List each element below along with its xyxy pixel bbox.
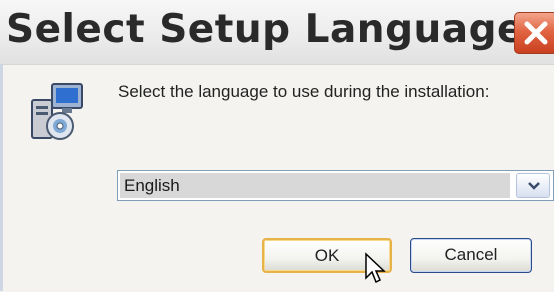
chevron-down-icon [528, 182, 540, 190]
language-select-value[interactable]: English [120, 173, 510, 198]
language-select[interactable]: English [117, 170, 554, 201]
setup-computer-cd-icon [31, 83, 83, 140]
language-prompt: Select the language to use during the in… [118, 82, 490, 101]
mouse-pointer-icon [365, 252, 386, 284]
title-bar: Select Setup Language [0, 0, 554, 64]
language-dropdown-button[interactable] [516, 173, 550, 198]
window-frame-left [0, 64, 3, 291]
window-title: Select Setup Language [6, 7, 524, 52]
cancel-button[interactable]: Cancel [410, 238, 532, 273]
close-button[interactable] [514, 12, 554, 54]
close-icon [524, 21, 548, 45]
